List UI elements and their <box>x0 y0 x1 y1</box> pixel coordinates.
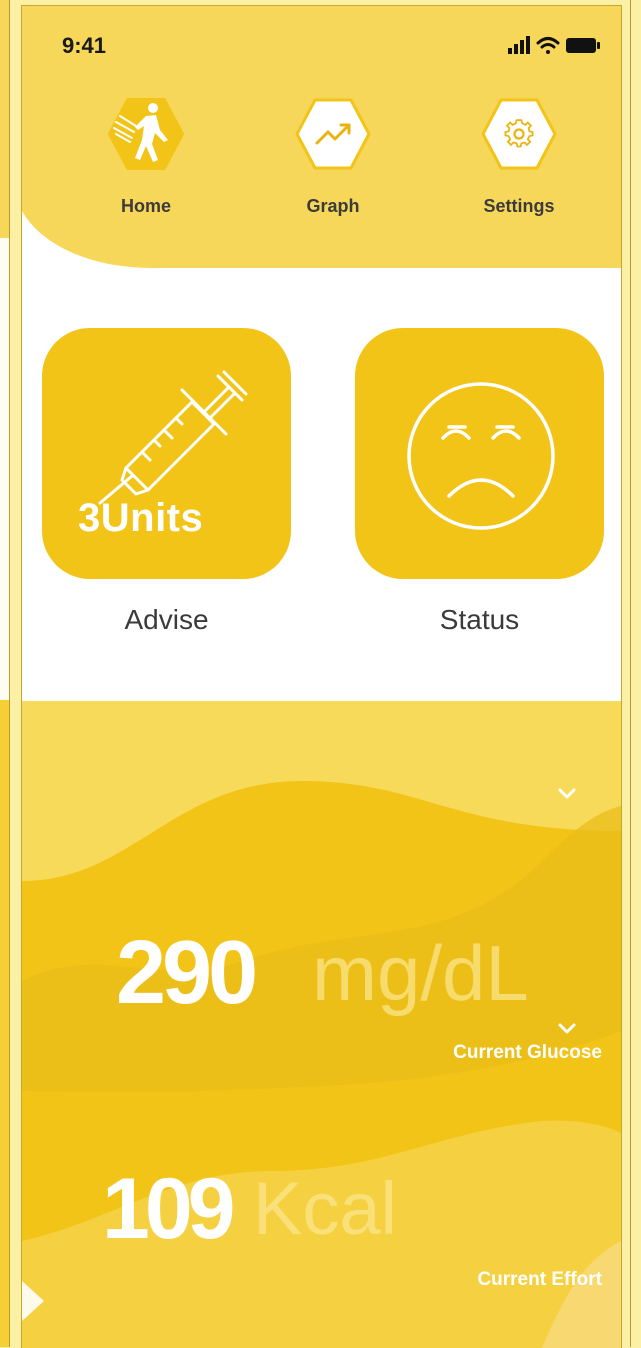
glucose-unit: mg/dL <box>312 929 529 1017</box>
peek-body <box>0 238 9 700</box>
signal-icon <box>508 36 530 54</box>
nav-home-label: Home <box>120 196 171 216</box>
status-tile[interactable] <box>355 328 604 579</box>
glucose-label: Current Glucose <box>453 1042 602 1063</box>
effort-chevron-down-icon[interactable] <box>554 1021 580 1037</box>
status-icons <box>508 36 600 54</box>
glucose-value: 290 <box>116 923 258 1023</box>
nav-settings[interactable]: Settings <box>454 96 584 226</box>
nav-settings-label: Settings <box>483 196 555 216</box>
wifi-icon <box>536 37 560 54</box>
status-bar: 9:41 <box>22 6 621 76</box>
sad-face-icon <box>407 382 555 530</box>
peek-header <box>0 0 9 238</box>
next-screen-peek <box>630 0 641 1347</box>
runner-icon <box>108 98 184 170</box>
status-time: 9:41 <box>62 33 107 58</box>
status-caption: Status <box>439 604 520 635</box>
previous-screen-peek <box>0 0 10 1347</box>
battery-icon <box>566 38 600 53</box>
phone-screen: 9:41 Home Graph Settings 3Units Advise S… <box>21 5 622 1348</box>
syringe-icon <box>98 370 248 505</box>
effort-label: Current Effort <box>477 1269 602 1290</box>
nav-graph[interactable]: Graph <box>268 96 398 226</box>
nav-home[interactable]: Home <box>81 96 211 226</box>
gear-icon <box>481 98 557 170</box>
advise-units: 3Units <box>78 496 204 540</box>
trend-up-icon <box>295 98 371 170</box>
advise-tile[interactable]: 3Units <box>42 328 291 579</box>
effort-value: 109 <box>102 1161 235 1257</box>
glucose-chevron-down-icon[interactable] <box>554 786 580 802</box>
peek-bottom <box>0 700 9 1347</box>
effort-unit: Kcal <box>253 1167 397 1250</box>
nav-graph-label: Graph <box>306 196 360 216</box>
advise-caption: Advise <box>124 604 209 635</box>
